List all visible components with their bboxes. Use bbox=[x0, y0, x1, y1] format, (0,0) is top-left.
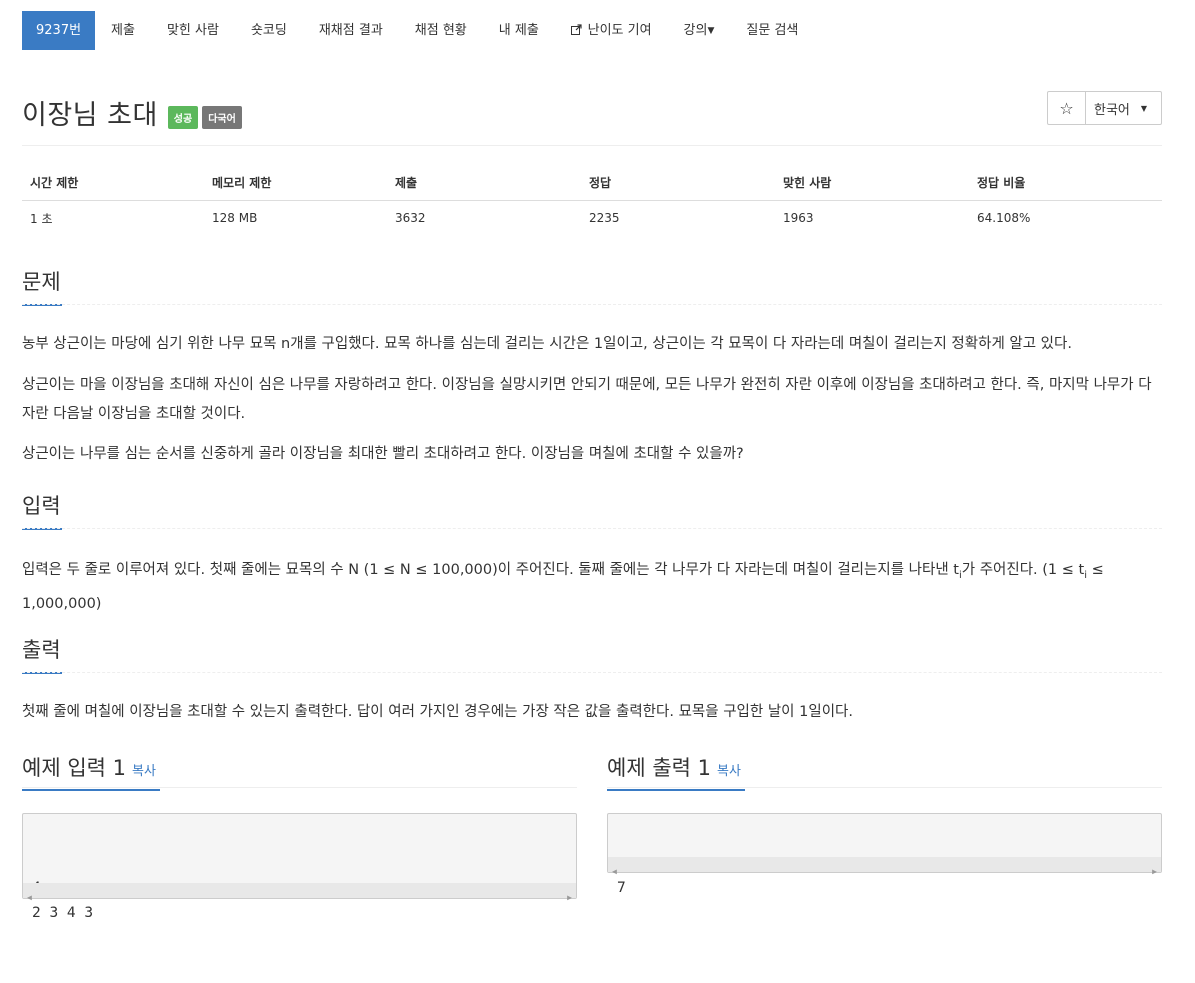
external-link-icon bbox=[570, 23, 586, 37]
header-accept-ratio: 정답 비율 bbox=[969, 165, 1162, 201]
solvers-value: 1963 bbox=[783, 211, 814, 226]
example-input-heading-text: 예제 입력 1 bbox=[22, 756, 126, 780]
input-heading: 입력 bbox=[22, 490, 62, 530]
language-label: 한국어 bbox=[1094, 102, 1130, 118]
section-divider bbox=[22, 672, 1162, 673]
problem-nav-tabs: 9237번 제출 맞힌 사람 숏코딩 재채점 결과 채점 현황 내 제출 난이도… bbox=[22, 11, 814, 50]
title-divider bbox=[22, 145, 1162, 146]
tab-problem-number[interactable]: 9237번 bbox=[22, 11, 96, 50]
tab-rejudge-results[interactable]: 재채점 결과 bbox=[303, 11, 399, 50]
example-output-heading: 예제 출력 1 복사 bbox=[607, 752, 745, 791]
copy-input-button[interactable]: 복사 bbox=[132, 764, 156, 779]
input-text-before: 입력은 두 줄로 이루어져 있다. 첫째 줄에는 묘목의 수 N (1 ≤ N … bbox=[22, 562, 959, 578]
input-text-middle: 가 주어진다. (1 ≤ t bbox=[961, 562, 1085, 578]
problem-paragraph-2: 상근이는 마을 이장님을 초대해 자신이 심은 나무를 자랑하려고 한다. 이장… bbox=[22, 377, 1152, 422]
caret-down-icon: ▼ bbox=[1140, 103, 1148, 113]
scroll-left-icon[interactable]: ◀ bbox=[612, 859, 617, 884]
example-output-box[interactable]: 7 ◀ ▶ bbox=[607, 813, 1162, 896]
horizontal-scrollbar[interactable]: ◀ ▶ bbox=[23, 883, 576, 902]
input-description: 입력은 두 줄로 이루어져 있다. 첫째 줄에는 묘목의 수 N (1 ≤ N … bbox=[22, 556, 1162, 619]
accept-ratio-value: 64.108% bbox=[977, 211, 1031, 226]
section-divider bbox=[22, 304, 1162, 305]
tab-judge-status[interactable]: 채점 현황 bbox=[399, 11, 483, 50]
page-title: 이장님 초대 bbox=[22, 100, 158, 131]
tab-solvers[interactable]: 맞힌 사람 bbox=[151, 11, 235, 50]
section-divider bbox=[22, 528, 1162, 529]
tab-my-submissions[interactable]: 내 제출 bbox=[483, 11, 555, 50]
accepted-value: 2235 bbox=[589, 211, 620, 226]
header-memory-limit: 메모리 제한 bbox=[204, 165, 387, 201]
title-row: 이장님 초대 성공 다국어 bbox=[22, 93, 242, 132]
input-heading-text: 입력 bbox=[22, 494, 61, 518]
star-button[interactable]: ☆ bbox=[1048, 92, 1086, 124]
section-divider bbox=[607, 787, 1162, 788]
output-description: 첫째 줄에 며칠에 이장님을 초대할 수 있는지 출력한다. 답이 여러 가지인… bbox=[22, 704, 853, 720]
time-limit-value: 1 초 bbox=[30, 211, 53, 226]
section-divider bbox=[22, 787, 577, 788]
scroll-right-icon[interactable]: ▶ bbox=[1152, 859, 1157, 884]
horizontal-scrollbar[interactable]: ◀ ▶ bbox=[608, 857, 1161, 876]
header-solvers: 맞힌 사람 bbox=[775, 165, 969, 201]
output-heading-text: 출력 bbox=[22, 638, 61, 662]
copy-output-button[interactable]: 복사 bbox=[717, 764, 741, 779]
memory-limit-value: 128 MB bbox=[212, 211, 258, 226]
success-badge: 성공 bbox=[167, 106, 199, 129]
example-output-content: 7 bbox=[617, 876, 1152, 901]
example-input-heading: 예제 입력 1 복사 bbox=[22, 752, 160, 791]
tab-lectures-label: 강의 bbox=[683, 23, 708, 38]
problem-heading: 문제 bbox=[22, 266, 62, 306]
table-row: 1 초 128 MB 3632 2235 1963 64.108% bbox=[22, 200, 1162, 236]
output-heading: 출력 bbox=[22, 634, 62, 674]
example-output-heading-text: 예제 출력 1 bbox=[607, 756, 711, 780]
problem-paragraph-1: 농부 상근이는 마당에 심기 위한 나무 묘목 n개를 구입했다. 묘목 하나를… bbox=[22, 336, 1072, 352]
tab-short-coding[interactable]: 숏코딩 bbox=[235, 11, 303, 50]
scroll-right-icon[interactable]: ▶ bbox=[567, 885, 572, 910]
example-input-box[interactable]: 4 2 3 4 3 ◀ ▶ bbox=[22, 813, 577, 921]
table-header-row: 시간 제한 메모리 제한 제출 정답 맞힌 사람 정답 비율 bbox=[22, 165, 1162, 201]
tab-question-search[interactable]: 질문 검색 bbox=[730, 11, 814, 50]
multilang-badge: 다국어 bbox=[202, 106, 242, 129]
header-time-limit: 시간 제한 bbox=[22, 165, 204, 201]
heading-underline bbox=[22, 789, 160, 791]
problem-info-table: 시간 제한 메모리 제한 제출 정답 맞힌 사람 정답 비율 1 초 128 M… bbox=[22, 165, 1162, 236]
tab-lectures[interactable]: 강의▼ bbox=[668, 11, 731, 50]
scroll-left-icon[interactable]: ◀ bbox=[27, 885, 32, 910]
submissions-value: 3632 bbox=[395, 211, 426, 226]
language-dropdown[interactable]: 한국어 ▼ bbox=[1086, 92, 1161, 124]
tab-submit[interactable]: 제출 bbox=[95, 11, 151, 50]
header-accepted: 정답 bbox=[581, 165, 775, 201]
star-icon: ☆ bbox=[1059, 98, 1074, 118]
tab-difficulty-contribution[interactable]: 난이도 기여 bbox=[555, 11, 668, 50]
tab-difficulty-label: 난이도 기여 bbox=[587, 23, 652, 38]
heading-underline bbox=[607, 789, 745, 791]
caret-down-icon: ▼ bbox=[707, 26, 715, 36]
problem-paragraph-3: 상근이는 나무를 심는 순서를 신중하게 골라 이장님을 최대한 빨리 초대하려… bbox=[22, 446, 744, 462]
language-controls: ☆ 한국어 ▼ bbox=[1047, 91, 1162, 125]
header-submissions: 제출 bbox=[387, 165, 581, 201]
problem-heading-text: 문제 bbox=[22, 270, 61, 294]
